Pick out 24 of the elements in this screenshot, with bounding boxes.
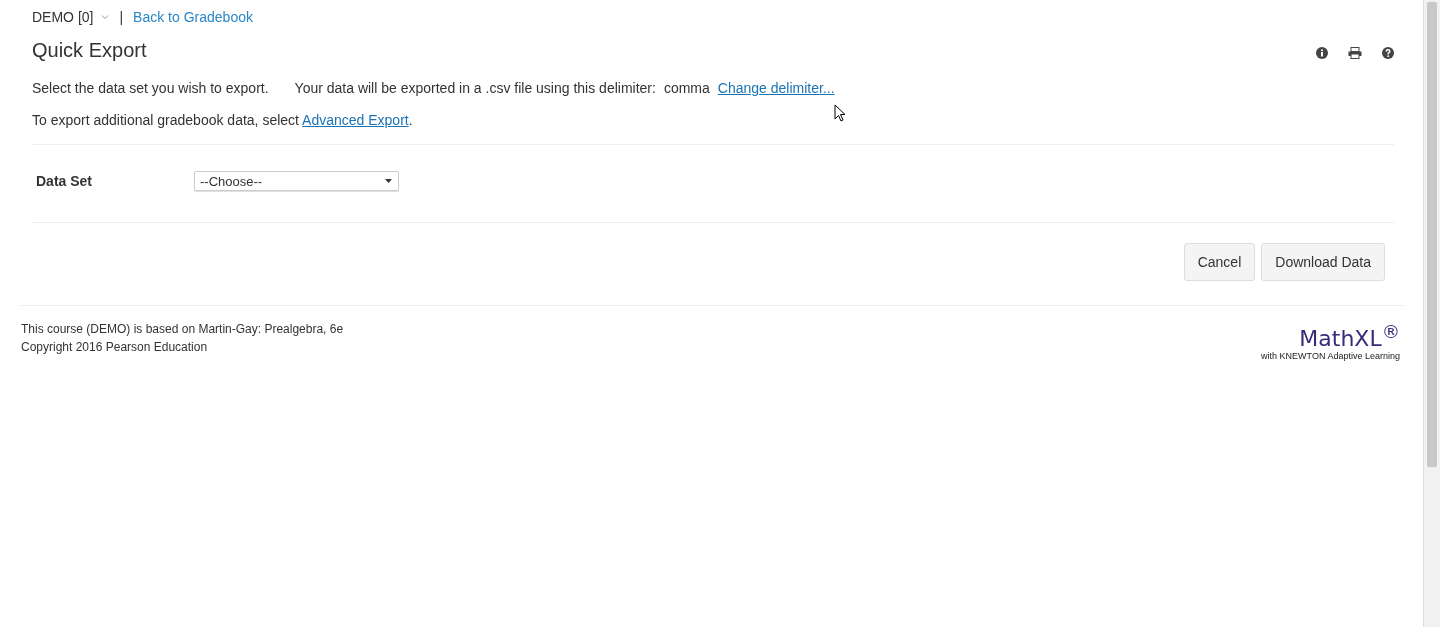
- delimiter-text: Your data will be exported in a .csv file using this delimiter:: [294, 80, 656, 96]
- advanced-export-text: To export additional gradebook data, select Advanced Export.: [32, 112, 413, 128]
- dropdown-arrow-icon: [385, 179, 392, 183]
- course-menu[interactable]: DEMO [0]: [32, 9, 110, 25]
- advanced-export-link[interactable]: Advanced Export: [302, 112, 409, 128]
- print-icon[interactable]: [1348, 47, 1362, 59]
- cursor-icon: [834, 104, 846, 122]
- delimiter-value: comma: [663, 80, 710, 96]
- logo-text: MathXL$^{®}$: [1299, 320, 1400, 352]
- back-link[interactable]: Back to Gradebook: [133, 9, 253, 25]
- separator: |: [119, 9, 124, 25]
- info-icon[interactable]: [1316, 47, 1328, 59]
- action-button[interactable]: Cancel: [1183, 243, 1256, 281]
- footer-text: This course (DEMO) is based on Martin-Gay: Prealgebra, 6e: [21, 321, 344, 338]
- data-set-label: Data Set: [36, 173, 94, 189]
- logo-tagline: with KNEWTON Adaptive Learning: [1261, 351, 1400, 362]
- footer-text: Copyright 2016 Pearson Education: [21, 339, 209, 356]
- change-delimiter-link[interactable]: Change delimiter...: [717, 80, 835, 96]
- instruction-text: Select the data set you wish to export.: [32, 80, 269, 96]
- caret-icon: [101, 14, 110, 20]
- page-title: Quick Export: [32, 38, 147, 62]
- help-icon[interactable]: [1382, 47, 1394, 59]
- action-button[interactable]: Download Data: [1261, 243, 1385, 281]
- data-set-select[interactable]: --Choose--: [194, 171, 399, 191]
